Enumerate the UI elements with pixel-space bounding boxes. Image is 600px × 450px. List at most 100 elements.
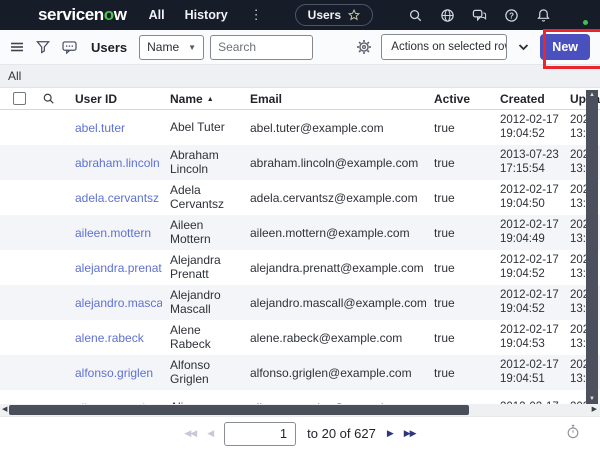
list-search-input[interactable] xyxy=(210,35,313,60)
horizontal-scrollbar-thumb[interactable] xyxy=(9,405,469,415)
cell-created: 2012-02-17 19:04:51 xyxy=(490,359,562,386)
sort-asc-icon: ▲ xyxy=(207,96,214,103)
cell-user-id-link[interactable]: adela.cervantsz xyxy=(66,191,162,205)
column-header-active[interactable]: Active xyxy=(426,92,490,106)
last-page-button[interactable]: ▶▶ xyxy=(404,428,416,439)
column-header-name[interactable]: Name▲ xyxy=(162,92,242,106)
cell-name: Abraham Lincoln xyxy=(162,149,242,176)
table-row[interactable]: abel.tuter Abel Tuter abel.tuter@example… xyxy=(0,110,600,145)
cell-active: true xyxy=(426,261,490,275)
previous-page-button[interactable]: ◀ xyxy=(207,428,213,439)
actions-dropdown[interactable]: Actions on selected rows... xyxy=(381,34,507,60)
notifications-icon[interactable] xyxy=(536,8,551,23)
scroll-right-icon[interactable]: ▶ xyxy=(592,404,597,416)
cell-created: 2012-02-17 19:04:49 xyxy=(490,219,562,246)
table-row[interactable]: alene.rabeck Alene Rabeck alene.rabeck@e… xyxy=(0,320,600,355)
cell-created: 2012-02-17 19:04:50 xyxy=(490,184,562,211)
list-toolbar: Users Name ▼ Actions on selected rows...… xyxy=(0,30,600,65)
servicenow-logo[interactable]: servicenow xyxy=(38,5,127,25)
breadcrumb-all[interactable]: All xyxy=(8,69,21,83)
cell-email: aileen.mottern@example.com xyxy=(242,226,426,240)
logo-text-end: w xyxy=(114,5,127,24)
refresh-interval-icon[interactable] xyxy=(566,424,580,439)
column-header-created[interactable]: Created xyxy=(490,92,562,106)
chat-icon[interactable] xyxy=(472,8,487,23)
cell-user-id-link[interactable]: abraham.lincoln xyxy=(66,156,162,170)
breadcrumb: All xyxy=(0,65,600,88)
cell-email: abraham.lincoln@example.com xyxy=(242,156,426,170)
pagination-bar: ◀◀ ◀ to 20 of 627 ▶ ▶▶ xyxy=(0,416,600,450)
cell-name: Abel Tuter xyxy=(162,121,242,135)
search-field-selector[interactable]: Name ▼ xyxy=(139,35,204,60)
cell-email: adela.cervantsz@example.com xyxy=(242,191,426,205)
cell-name: Alejandro Mascall xyxy=(162,289,242,316)
cell-name: Alene Rabeck xyxy=(162,324,242,351)
cell-created: 2012-02-17 19:04:52 xyxy=(490,114,562,141)
presence-status-dot xyxy=(582,19,589,26)
svg-text:?: ? xyxy=(509,11,514,20)
table-row[interactable]: alissa.mountiov Alissa alissa.mountiov@e… xyxy=(0,390,600,404)
table-row[interactable]: alejandra.prenatt Alejandra Prenatt alej… xyxy=(0,250,600,285)
global-header: servicenow All History ⋮ Users ? xyxy=(0,0,600,30)
cell-user-id-link[interactable]: alene.rabeck xyxy=(66,331,162,345)
cell-active: true xyxy=(426,296,490,310)
search-field-value: Name xyxy=(147,40,179,54)
help-icon[interactable]: ? xyxy=(504,8,519,23)
cell-email: alejandro.mascall@example.com xyxy=(242,296,426,310)
table-row[interactable]: alfonso.griglen Alfonso Griglen alfonso.… xyxy=(0,355,600,390)
column-header-user-id[interactable]: User ID xyxy=(66,92,162,106)
globe-icon[interactable] xyxy=(440,8,455,23)
user-avatar[interactable] xyxy=(568,5,588,25)
current-page-input[interactable] xyxy=(224,422,296,446)
first-page-button[interactable]: ◀◀ xyxy=(184,428,196,439)
cell-name: Alejandra Prenatt xyxy=(162,254,242,281)
actions-dropdown-value: Actions on selected rows... xyxy=(391,41,507,53)
more-menu-icon[interactable]: ⋮ xyxy=(248,7,265,23)
cell-active: true xyxy=(426,121,490,135)
table-row[interactable]: alejandro.mascall Alejandro Mascall alej… xyxy=(0,285,600,320)
chevron-down-icon: ▼ xyxy=(188,43,196,52)
star-icon[interactable] xyxy=(348,9,360,21)
table-row[interactable]: aileen.mottern Aileen Mottern aileen.mot… xyxy=(0,215,600,250)
scroll-down-icon[interactable]: ▼ xyxy=(589,396,595,402)
gear-icon[interactable] xyxy=(356,39,372,55)
list-context-menu-icon[interactable] xyxy=(10,41,24,53)
search-icon[interactable] xyxy=(408,8,423,23)
filter-icon[interactable] xyxy=(36,40,50,54)
logo-green-o-icon: o xyxy=(104,5,114,24)
table-row[interactable]: adela.cervantsz Adela Cervantsz adela.ce… xyxy=(0,180,600,215)
list-title: Users xyxy=(91,40,127,55)
cell-user-id-link[interactable]: alejandra.prenatt xyxy=(66,261,162,275)
cell-email: alejandra.prenatt@example.com xyxy=(242,261,426,275)
cell-name: Aileen Mottern xyxy=(162,219,242,246)
cell-email: abel.tuter@example.com xyxy=(242,121,426,135)
cell-user-id-link[interactable]: alfonso.griglen xyxy=(66,366,162,380)
horizontal-scrollbar[interactable]: ◀ ▶ xyxy=(0,404,600,416)
cell-user-id-link[interactable]: alejandro.mascall xyxy=(66,296,162,310)
scroll-left-icon[interactable]: ◀ xyxy=(2,404,7,416)
cell-email: alfonso.griglen@example.com xyxy=(242,366,426,380)
table-body: abel.tuter Abel Tuter abel.tuter@example… xyxy=(0,110,600,404)
comments-icon[interactable] xyxy=(62,41,77,54)
cell-created: 2012-02-17 19:04:52 xyxy=(490,289,562,316)
select-all-checkbox[interactable] xyxy=(13,92,26,105)
cell-user-id-link[interactable]: aileen.mottern xyxy=(66,226,162,240)
cell-active: true xyxy=(426,191,490,205)
table-header-row: User ID Name▲ Email Active Created Updat… xyxy=(0,88,600,110)
logo-text: servicen xyxy=(38,5,104,24)
search-rows-icon[interactable] xyxy=(36,92,66,105)
cell-user-id-link[interactable]: abel.tuter xyxy=(66,121,162,135)
vertical-scrollbar[interactable]: ▲ ▼ xyxy=(586,90,598,404)
row-range-label: to 20 of 627 xyxy=(307,426,376,441)
column-header-email[interactable]: Email xyxy=(242,92,426,106)
nav-history[interactable]: History xyxy=(185,8,228,22)
next-page-button[interactable]: ▶ xyxy=(387,428,393,439)
cell-name: Alfonso Griglen xyxy=(162,359,242,386)
nav-all[interactable]: All xyxy=(149,8,165,22)
scroll-up-icon[interactable]: ▲ xyxy=(589,92,595,98)
new-button[interactable]: New xyxy=(540,34,590,60)
favorite-tab-users[interactable]: Users xyxy=(295,4,373,26)
actions-chevron-down-icon[interactable] xyxy=(516,41,531,53)
table-row[interactable]: abraham.lincoln Abraham Lincoln abraham.… xyxy=(0,145,600,180)
cell-name: Adela Cervantsz xyxy=(162,184,242,211)
